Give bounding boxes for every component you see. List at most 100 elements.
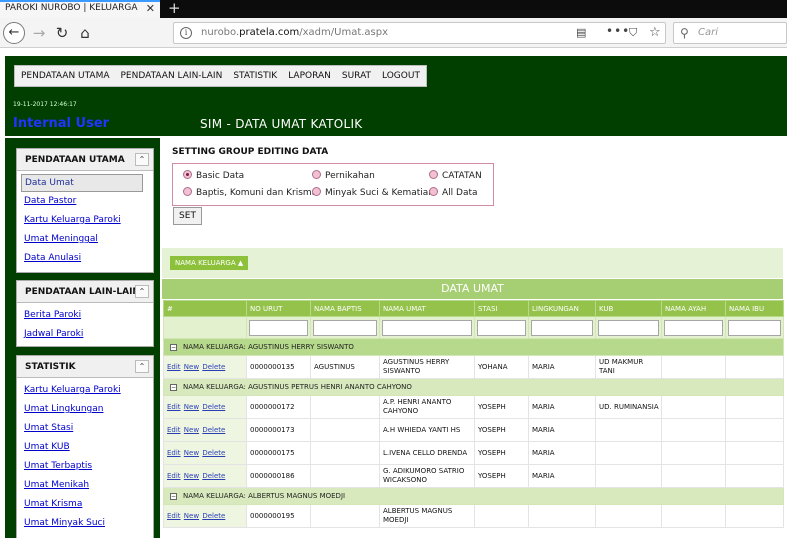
edit-link[interactable]: Edit xyxy=(167,449,181,457)
column-header[interactable]: NO URUT xyxy=(246,300,311,317)
radio-minyak-suci-kematian[interactable]: Minyak Suci & Kematian xyxy=(312,187,435,198)
filter-cell xyxy=(474,316,529,339)
chevron-up-icon[interactable]: ⌃ xyxy=(135,285,149,298)
pocket-icon[interactable]: ⛉ xyxy=(629,26,637,40)
cell-kub: UD. RUMINANSIA xyxy=(595,395,662,419)
new-link[interactable]: New xyxy=(184,363,199,371)
reader-view-icon[interactable]: ▤ xyxy=(576,26,586,39)
panel-header: PENDATAAN LAIN-LAIN ⌃ xyxy=(17,281,153,303)
column-header[interactable]: STASI xyxy=(474,300,529,317)
chevron-up-icon[interactable]: ⌃ xyxy=(135,360,149,373)
set-button[interactable]: SET xyxy=(173,207,202,225)
sidebar-item-umat-krisma[interactable]: Umat Krisma xyxy=(24,495,153,514)
filter-nama-umat-input[interactable] xyxy=(382,319,472,336)
menu-surat[interactable]: SURAT xyxy=(342,71,371,81)
home-icon[interactable]: ⌂ xyxy=(74,22,96,44)
sidebar-item-umat-minyak-suci[interactable]: Umat Minyak Suci xyxy=(24,514,153,533)
chevron-up-icon[interactable]: ⌃ xyxy=(135,153,149,166)
sidebar-item-data-anulasi[interactable]: Data Anulasi xyxy=(24,249,153,268)
filter-cell xyxy=(595,316,662,339)
filter-stasi-input[interactable] xyxy=(477,319,526,336)
cell-nama-umat: A.P. HENRI ANANTO CAHYONO xyxy=(379,395,475,419)
radio-label: Minyak Suci & Kematian xyxy=(325,188,435,198)
search-bar[interactable]: ⚲ Cari xyxy=(673,22,787,44)
menu-laporan[interactable]: LAPORAN xyxy=(288,71,331,81)
sidebar-item-berita-paroki[interactable]: Berita Paroki xyxy=(24,306,153,325)
filter-cell xyxy=(310,316,380,339)
edit-link[interactable]: Edit xyxy=(167,403,181,411)
sidebar-item-umat-menikah[interactable]: Umat Menikah xyxy=(24,476,153,495)
filter-no-urut-input[interactable] xyxy=(249,319,308,336)
menu-pendataan-utama[interactable]: PENDATAAN UTAMA xyxy=(21,71,110,81)
delete-link[interactable]: Delete xyxy=(202,363,225,371)
column-header[interactable]: LINGKUNGAN xyxy=(528,300,596,317)
radio-all-data[interactable]: All Data xyxy=(429,187,478,198)
column-header[interactable]: # xyxy=(163,300,247,317)
collapse-icon[interactable]: − xyxy=(170,343,177,351)
menu-logout[interactable]: LOGOUT xyxy=(382,71,420,81)
filter-cell xyxy=(661,316,726,339)
sidebar-item-umat-stasi[interactable]: Umat Stasi xyxy=(24,419,153,438)
panel-title: STATISTIK xyxy=(25,362,76,372)
new-tab-icon[interactable]: + xyxy=(168,0,181,17)
delete-link[interactable]: Delete xyxy=(202,449,225,457)
radio-pernikahan[interactable]: Pernikahan xyxy=(312,170,375,181)
filter-nama-ayah-input[interactable] xyxy=(664,319,723,336)
collapse-icon[interactable]: − xyxy=(170,492,177,500)
info-icon[interactable]: i xyxy=(180,27,192,39)
delete-link[interactable]: Delete xyxy=(202,472,225,480)
reload-icon[interactable]: ↻ xyxy=(51,22,73,44)
forward-icon[interactable]: → xyxy=(28,22,50,44)
filter-lingkungan-input[interactable] xyxy=(531,319,593,336)
menu-pendataan-lain-lain[interactable]: PENDATAAN LAIN-LAIN xyxy=(121,71,223,81)
collapse-icon[interactable]: − xyxy=(170,383,177,391)
group-by-nama-keluarga-button[interactable]: NAMA KELUARGA ▲ xyxy=(170,256,249,270)
filter-kub-input[interactable] xyxy=(598,319,659,336)
edit-link[interactable]: Edit xyxy=(167,472,181,480)
delete-link[interactable]: Delete xyxy=(202,512,225,520)
menu-statistik[interactable]: STATISTIK xyxy=(233,71,277,81)
address-bar[interactable]: i nurobo.pratela.com/xadm/Umat.aspx ▤ ••… xyxy=(173,22,666,44)
page-actions-icon[interactable]: ••• xyxy=(606,24,630,38)
page-title: SIM - DATA UMAT KATOLIK xyxy=(200,117,363,131)
radio-baptis-komuni-krisma[interactable]: Baptis, Komuni dan Krisma xyxy=(183,187,317,198)
browser-tab[interactable]: PAROKI NUROBO | KELUARGA KATOLIK ✕ xyxy=(0,0,160,18)
sidebar-item-stat-kartu-keluarga[interactable]: Kartu Keluarga Paroki xyxy=(24,381,153,400)
new-link[interactable]: New xyxy=(184,449,199,457)
column-header[interactable]: NAMA IBU xyxy=(725,300,784,317)
filter-nama-baptis-input[interactable] xyxy=(313,319,377,336)
group-label: NAMA KELUARGA: AGUSTINUS HERRY SISWANTO xyxy=(183,343,354,351)
sidebar-item-kartu-keluarga[interactable]: Kartu Keluarga Paroki xyxy=(24,211,153,230)
sidebar-item-data-umat[interactable]: Data Umat xyxy=(21,174,143,192)
radio-basic-data[interactable]: Basic Data xyxy=(183,170,244,181)
column-header[interactable]: NAMA UMAT xyxy=(379,300,475,317)
panel-header: STATISTIK ⌃ xyxy=(17,356,153,378)
back-icon[interactable]: ← xyxy=(3,22,25,44)
radio-catatan[interactable]: CATATAN xyxy=(429,170,482,181)
delete-link[interactable]: Delete xyxy=(202,403,225,411)
filter-cell xyxy=(725,316,784,339)
cell-nama-ayah xyxy=(661,441,726,465)
edit-link[interactable]: Edit xyxy=(167,512,181,520)
new-link[interactable]: New xyxy=(184,403,199,411)
close-tab-icon[interactable]: ✕ xyxy=(146,2,155,15)
edit-link[interactable]: Edit xyxy=(167,426,181,434)
sidebar-item-data-pastor[interactable]: Data Pastor xyxy=(24,192,153,211)
sidebar-item-jadwal-paroki[interactable]: Jadwal Paroki xyxy=(24,325,153,344)
new-link[interactable]: New xyxy=(184,512,199,520)
bookmark-star-icon[interactable]: ☆ xyxy=(649,25,661,40)
sidebar-item-umat-terbaptis[interactable]: Umat Terbaptis xyxy=(24,457,153,476)
sidebar-item-umat-meninggal[interactable]: Umat Meninggal xyxy=(24,230,153,249)
sidebar: PENDATAAN UTAMA ⌃ Data Umat Data Pastor … xyxy=(5,138,160,538)
search-icon: ⚲ xyxy=(680,26,689,40)
column-header[interactable]: KUB xyxy=(595,300,662,317)
sidebar-item-umat-kub[interactable]: Umat KUB xyxy=(24,438,153,457)
new-link[interactable]: New xyxy=(184,426,199,434)
new-link[interactable]: New xyxy=(184,472,199,480)
sidebar-item-umat-lingkungan[interactable]: Umat Lingkungan xyxy=(24,400,153,419)
column-header[interactable]: NAMA BAPTIS xyxy=(310,300,380,317)
column-header[interactable]: NAMA AYAH xyxy=(661,300,726,317)
delete-link[interactable]: Delete xyxy=(202,426,225,434)
filter-nama-ibu-input[interactable] xyxy=(728,319,781,336)
edit-link[interactable]: Edit xyxy=(167,363,181,371)
